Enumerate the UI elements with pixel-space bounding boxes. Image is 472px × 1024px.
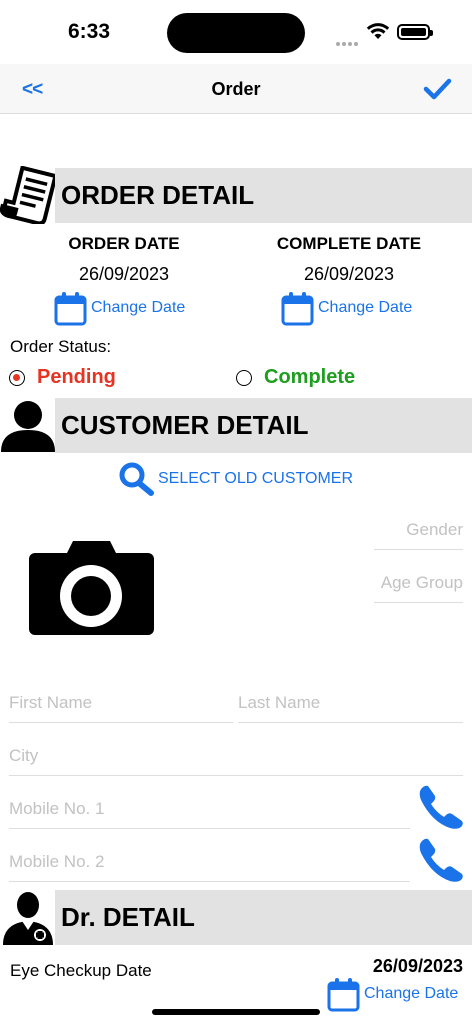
order-change-date-label: Change Date [91,299,186,316]
select-old-customer-button[interactable]: SELECT OLD CUSTOMER [118,462,353,496]
first-name-field[interactable] [9,683,233,723]
calendar-icon [54,291,87,325]
complete-label[interactable]: Complete [264,366,355,389]
complete-radio[interactable] [236,370,252,386]
dr-detail-title: Dr. DETAIL [61,902,195,932]
age-group-field[interactable] [374,563,463,603]
order-detail-title: ORDER DETAIL [61,180,255,210]
complete-date-label: COMPLETE DATE [276,234,422,253]
calendar-icon [327,977,360,1011]
phone-call-icon-1[interactable] [418,784,464,830]
save-check-icon[interactable] [422,74,452,104]
dynamic-island [167,13,305,53]
status-bar: 6:33 [0,0,472,64]
complete-change-date-button[interactable]: Change Date [281,290,412,326]
navigation-bar: << Order [0,64,472,114]
camera-icon[interactable] [29,541,154,635]
order-detail-header: ORDER DETAIL [55,168,472,223]
status-time: 6:33 [68,20,111,43]
order-receipt-icon [0,166,56,224]
eye-checkup-date-value: 26/09/2023 [372,956,463,976]
pending-radio[interactable] [9,370,25,386]
complete-date-value: 26/09/2023 [303,264,395,284]
last-name-input[interactable] [238,683,463,722]
mobile2-input[interactable] [9,842,410,881]
order-date-value: 26/09/2023 [78,264,170,284]
order-status-label: Order Status: [10,337,112,356]
home-indicator[interactable] [152,1009,320,1015]
city-field[interactable] [9,736,463,776]
customer-person-icon [1,401,55,452]
phone-call-icon-2[interactable] [418,837,464,883]
search-icon [119,462,154,496]
mobile1-field[interactable] [9,789,410,829]
city-input[interactable] [9,736,463,775]
age-group-input[interactable] [374,563,463,602]
order-change-date-button[interactable]: Change Date [54,290,185,326]
page-title: Order [211,79,261,99]
dr-detail-header: Dr. DETAIL [55,890,472,945]
order-date-label: ORDER DATE [68,234,180,253]
pending-label[interactable]: Pending [37,366,116,389]
wifi-icon [366,23,390,39]
doctor-icon [3,892,53,945]
cellular-signal-icon [336,33,360,46]
customer-detail-title: CUSTOMER DETAIL [61,410,309,440]
battery-icon [397,24,433,40]
select-old-customer-label: SELECT OLD CUSTOMER [158,470,354,487]
last-name-field[interactable] [238,683,463,723]
eye-checkup-change-date-label: Change Date [364,985,459,1002]
customer-detail-header: CUSTOMER DETAIL [55,398,472,453]
mobile2-field[interactable] [9,842,410,882]
calendar-icon [281,291,314,325]
gender-input[interactable] [374,510,463,549]
first-name-input[interactable] [9,683,233,722]
complete-change-date-label: Change Date [318,299,413,316]
mobile1-input[interactable] [9,789,410,828]
gender-field[interactable] [374,510,463,550]
eye-checkup-label: Eye Checkup Date [10,961,152,980]
eye-checkup-change-date-button[interactable]: Change Date [327,976,458,1012]
